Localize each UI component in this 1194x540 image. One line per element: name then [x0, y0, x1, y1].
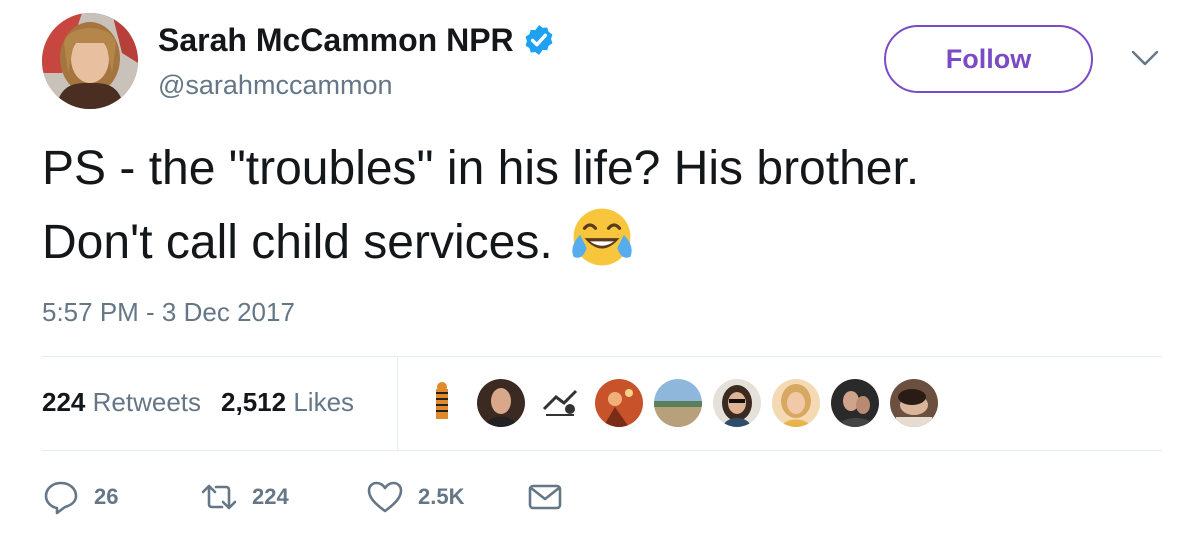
liker-avatar[interactable]	[654, 379, 702, 427]
tweet-text-line-2-text: Don't call child services.	[42, 216, 553, 269]
retweet-count: 224	[252, 484, 289, 509]
envelope-icon	[528, 484, 562, 510]
likes-stat[interactable]: 2,512 Likes	[221, 386, 354, 418]
retweet-icon	[201, 484, 237, 510]
author-name[interactable]: Sarah McCammon NPR	[158, 20, 514, 60]
liker-avatar[interactable]	[477, 379, 525, 427]
tweet-timestamp[interactable]: 5:57 PM - 3 Dec 2017	[42, 296, 295, 328]
tweet-text-line-1: PS - the "troubles" in his life? His bro…	[42, 142, 920, 195]
tweet-stats: 224 Retweets 2,512 Likes	[42, 386, 354, 418]
divider-bottom	[42, 450, 1162, 451]
reply-count: 26	[94, 484, 119, 509]
heart-icon	[367, 481, 403, 513]
liker-avatar[interactable]	[890, 379, 938, 427]
author-name-row: Sarah McCammon NPR	[158, 20, 556, 60]
likes-count: 2,512	[221, 387, 287, 417]
liker-avatar[interactable]	[772, 379, 820, 427]
retweets-count: 224	[42, 387, 86, 417]
retweet-button[interactable]: 224	[200, 478, 289, 516]
stats-divider	[397, 357, 398, 450]
like-count: 2.5K	[418, 484, 465, 509]
author-handle[interactable]: @sarahmccammon	[158, 68, 392, 102]
tweet-text: PS - the "troubles" in his life? His bro…	[42, 136, 1142, 276]
face-with-tears-of-joy-icon	[572, 208, 632, 266]
direct-message-button[interactable]	[526, 478, 564, 516]
verified-badge-icon	[525, 25, 553, 55]
author-avatar[interactable]	[42, 13, 138, 109]
liker-avatar[interactable]	[831, 379, 879, 427]
retweets-label: Retweets	[92, 387, 202, 417]
reply-icon	[44, 481, 78, 515]
liker-avatar[interactable]	[713, 379, 761, 427]
like-button[interactable]: 2.5K	[366, 478, 464, 516]
liker-avatar[interactable]	[418, 379, 466, 427]
tweet: Sarah McCammon NPR @sarahmccammon Follow…	[0, 0, 1194, 540]
retweets-stat[interactable]: 224 Retweets	[42, 386, 201, 418]
liker-avatars	[418, 379, 938, 427]
tweet-text-line-2: Don't call child services.	[42, 202, 1142, 276]
avatar-image	[42, 13, 138, 109]
divider-top	[42, 356, 1162, 357]
follow-button[interactable]: Follow	[884, 25, 1093, 93]
liker-avatar[interactable]	[595, 379, 643, 427]
reply-button[interactable]: 26	[42, 478, 118, 516]
likes-label: Likes	[293, 387, 355, 417]
liker-avatar[interactable]	[536, 379, 584, 427]
chevron-down-icon[interactable]	[1130, 48, 1160, 68]
